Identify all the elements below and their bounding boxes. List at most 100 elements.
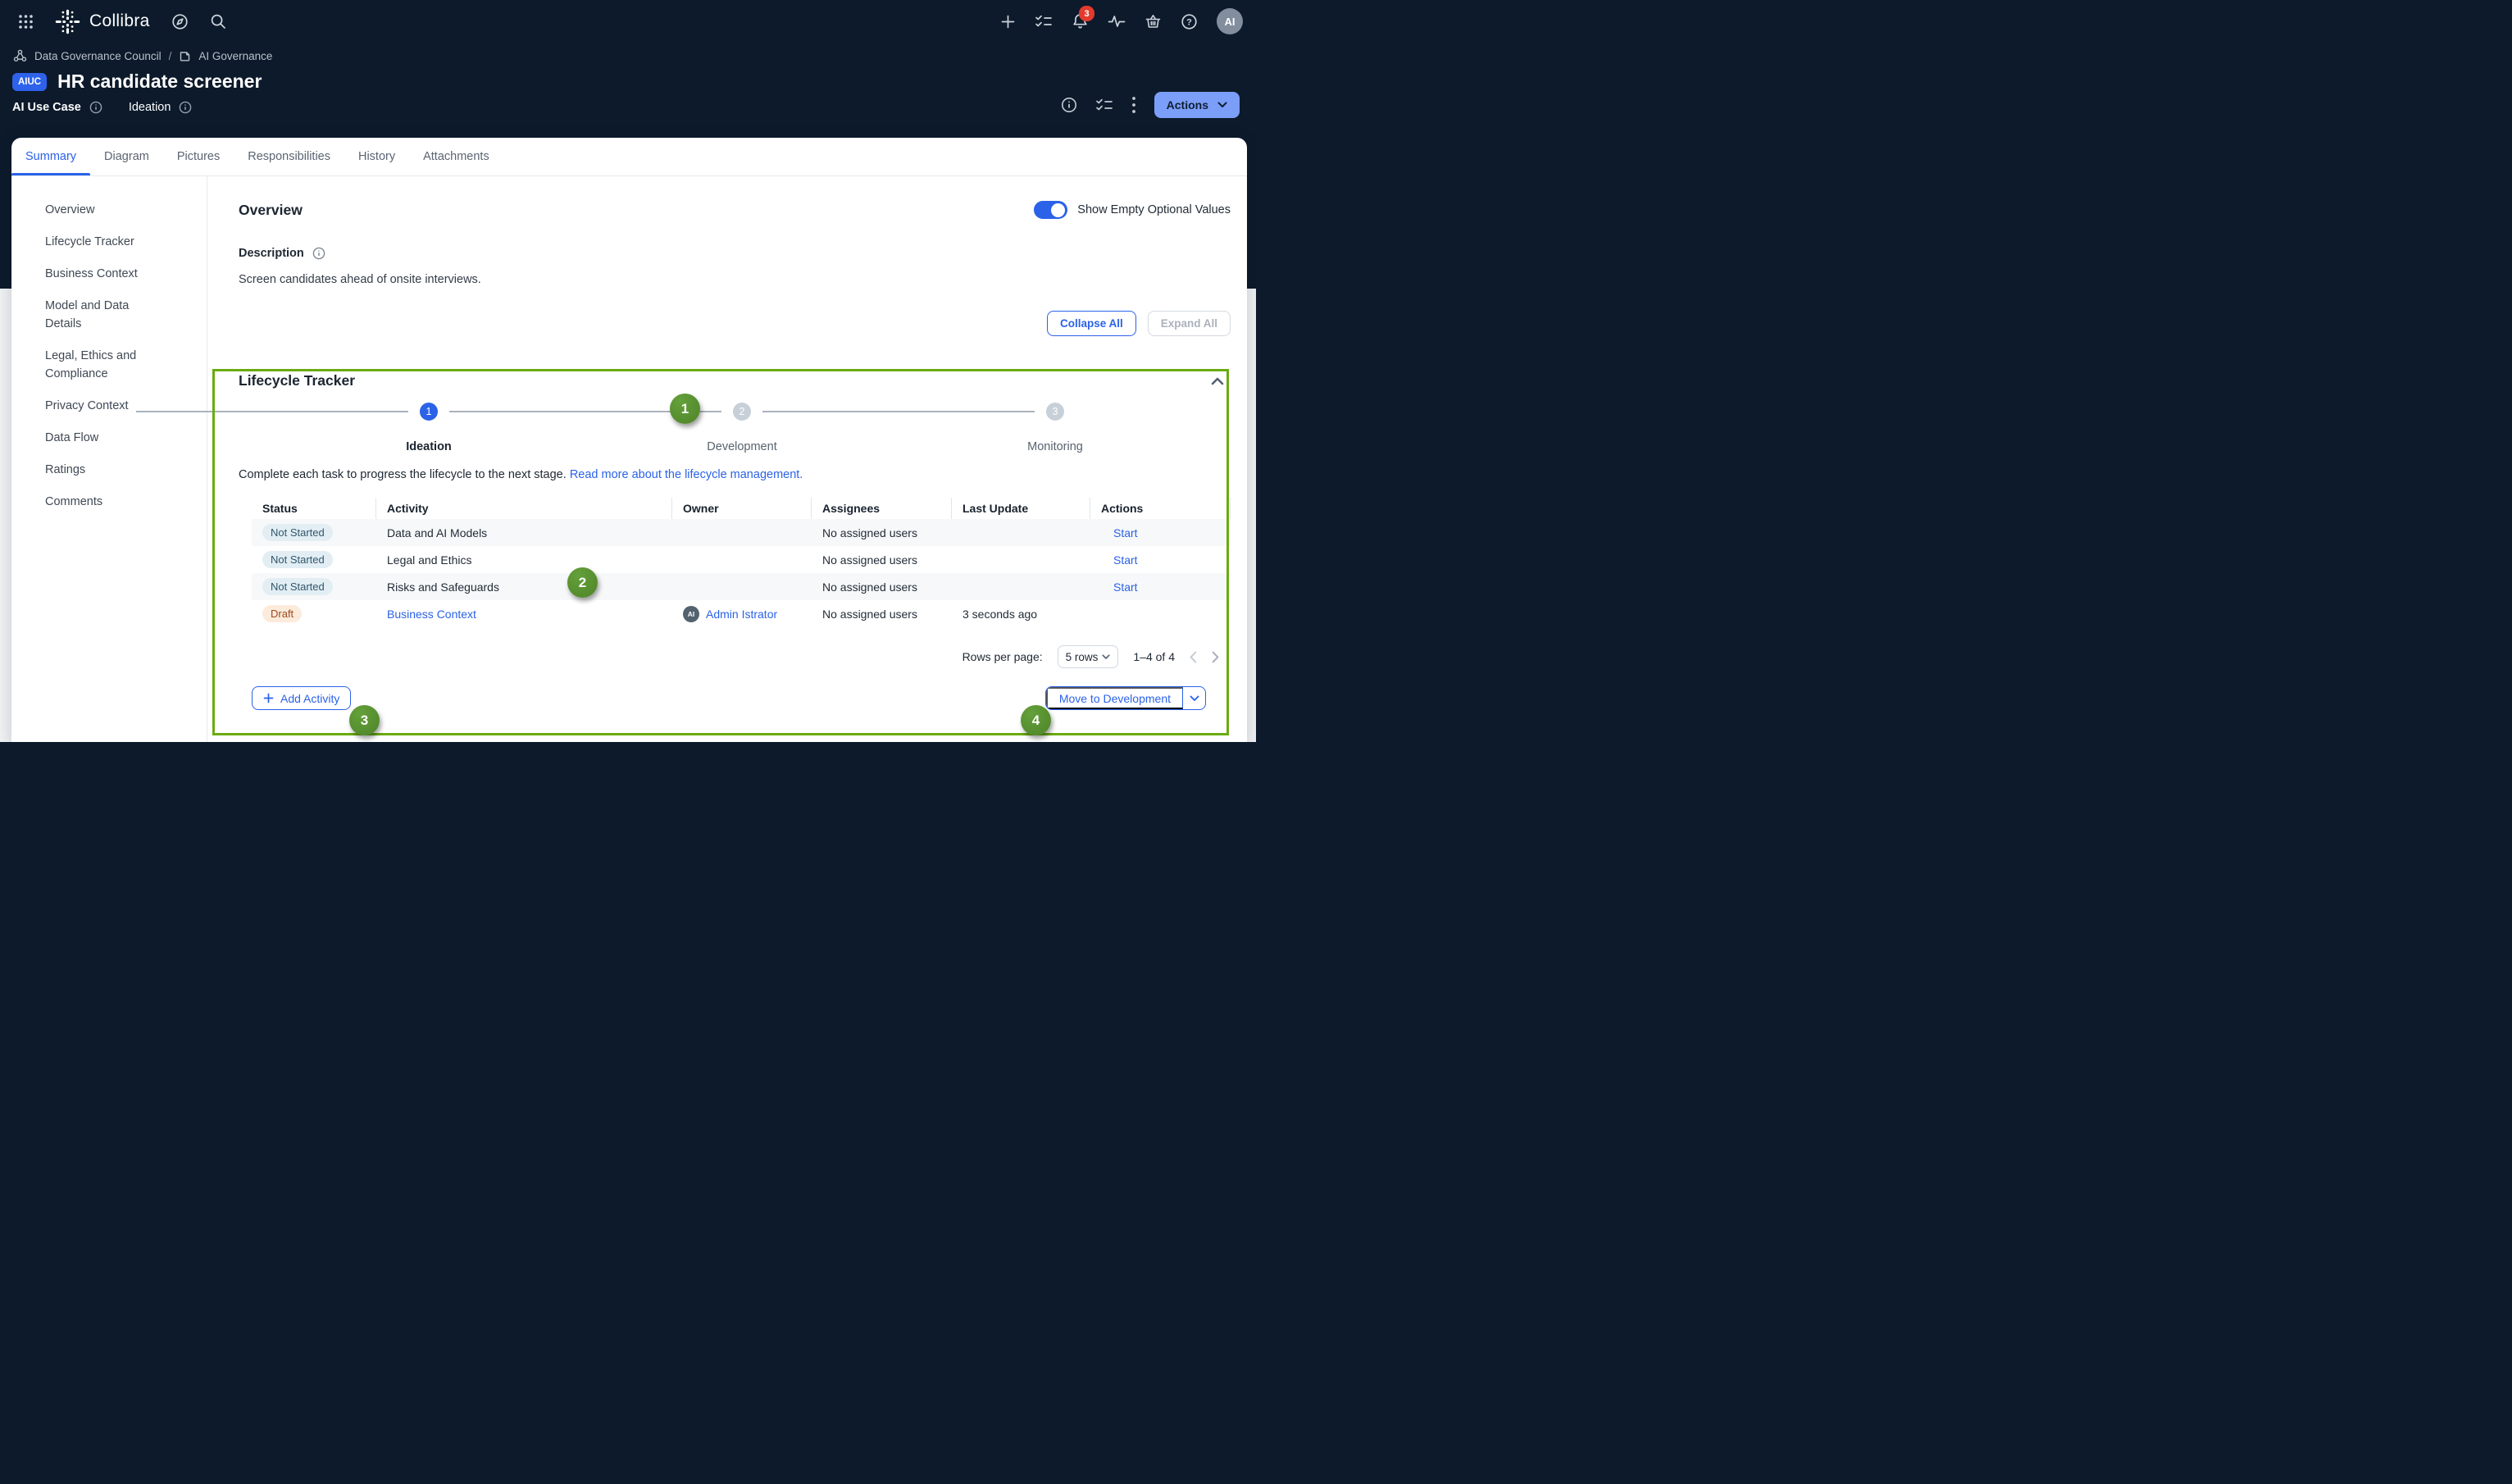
notification-count-badge: 3 [1079, 6, 1094, 21]
add-activity-button[interactable]: Add Activity [252, 686, 351, 710]
chevron-down-icon [1102, 654, 1110, 660]
search-icon[interactable] [210, 13, 226, 30]
pagination-range-text: 1–4 of 4 [1133, 650, 1175, 663]
table-row-legal-and-ethics: Not Started Legal and Ethics No assigned… [252, 546, 1231, 573]
tab-attachments[interactable]: Attachments [409, 138, 503, 175]
activity-label[interactable]: Data and AI Models [387, 526, 487, 539]
owner-link[interactable]: Admin Istrator [706, 608, 777, 621]
activity-label[interactable]: Risks and Safeguards [387, 580, 499, 594]
expand-all-button[interactable]: Expand All [1148, 311, 1231, 336]
column-header-assignees: Assignees [812, 498, 952, 519]
asset-info-icon[interactable] [1061, 97, 1077, 113]
stage-label: Development [707, 440, 776, 453]
column-header-status: Status [252, 498, 376, 519]
sidebar-item-model-and-data-details[interactable]: Model and Data Details [45, 297, 168, 333]
sidebar-item-legal-ethics-and-compliance[interactable]: Legal, Ethics and Compliance [45, 347, 168, 383]
activity-label[interactable]: Business Context [387, 608, 476, 621]
tab-summary[interactable]: Summary [11, 138, 90, 175]
plus-icon [263, 693, 274, 703]
next-page-icon[interactable] [1212, 651, 1219, 663]
kebab-menu-icon[interactable] [1131, 96, 1136, 114]
lifecycle-helper-link[interactable]: Read more about the lifecycle management… [570, 468, 803, 481]
tab-history[interactable]: History [344, 138, 409, 175]
tab-responsibilities[interactable]: Responsibilities [234, 138, 344, 175]
content-card: SummaryDiagramPicturesResponsibilitiesHi… [11, 138, 1247, 742]
assignees-text: No assigned users [822, 553, 917, 567]
overview-title: Overview [239, 202, 303, 219]
stage-label: Ideation [406, 440, 452, 453]
start-action-link[interactable]: Start [1113, 580, 1138, 594]
header-action-cluster: Actions [1061, 92, 1240, 118]
asset-header: AIUC HR candidate screener [0, 62, 1256, 93]
breadcrumb-separator: / [169, 50, 172, 62]
column-header-last-update: Last Update [952, 498, 1090, 519]
move-to-development-split-button: Move to Development [1045, 686, 1206, 710]
sidebar-item-comments[interactable]: Comments [45, 493, 168, 511]
start-action-link[interactable]: Start [1113, 526, 1138, 539]
sidebar-item-business-context[interactable]: Business Context [45, 265, 168, 283]
create-plus-icon[interactable] [1000, 14, 1016, 30]
description-label: Description [239, 247, 304, 260]
rows-per-page-select[interactable]: 5 rows [1058, 645, 1119, 668]
asset-type-badge: AIUC [12, 73, 47, 91]
marketplace-basket-icon[interactable] [1145, 13, 1162, 30]
activities-table: StatusActivityOwnerAssigneesLast UpdateA… [252, 498, 1231, 627]
stage-monitoring[interactable]: 3 Monitoring [899, 403, 1212, 453]
table-row-risks-and-safeguards: Not Started Risks and Safeguards No assi… [252, 573, 1231, 600]
show-empty-values-toggle[interactable] [1034, 201, 1067, 219]
help-icon[interactable]: ? [1181, 13, 1198, 30]
domain-icon [179, 50, 191, 62]
sidebar-item-lifecycle-tracker[interactable]: Lifecycle Tracker [45, 233, 168, 251]
collibra-logo[interactable]: Collibra [55, 9, 150, 34]
tab-diagram[interactable]: Diagram [90, 138, 163, 175]
stage-label: Monitoring [1027, 440, 1083, 453]
description-text: Screen candidates ahead of onsite interv… [239, 273, 1231, 286]
breadcrumb-domain-link[interactable]: AI Governance [198, 50, 272, 62]
collibra-logo-mark-icon [55, 9, 80, 34]
stage-info-icon[interactable] [179, 101, 192, 114]
activity-label[interactable]: Legal and Ethics [387, 553, 472, 567]
asset-type-label: AI Use Case [12, 101, 81, 114]
actions-button[interactable]: Actions [1154, 92, 1240, 118]
pagination: Rows per page: 5 rows 1–4 of 4 [239, 645, 1219, 668]
start-action-link[interactable]: Start [1113, 553, 1138, 567]
assignees-text: No assigned users [822, 526, 917, 539]
activity-pulse-icon[interactable] [1108, 13, 1126, 30]
table-header-row: StatusActivityOwnerAssigneesLast UpdateA… [252, 498, 1231, 519]
move-to-development-button[interactable]: Move to Development [1046, 687, 1183, 709]
asset-stage-label: Ideation [129, 101, 171, 114]
user-avatar[interactable]: AI [1217, 8, 1243, 34]
tab-pictures[interactable]: Pictures [163, 138, 234, 175]
move-options-chevron-icon[interactable] [1183, 687, 1205, 709]
breadcrumb: Data Governance Council / AI Governance [0, 43, 1256, 62]
toggle-label: Show Empty Optional Values [1077, 203, 1231, 216]
sidebar-item-ratings[interactable]: Ratings [45, 461, 168, 479]
top-bar: Collibra 3 [0, 0, 1256, 43]
app-grid-icon[interactable] [18, 14, 34, 30]
lifecycle-tracker-title: Lifecycle Tracker [239, 372, 355, 389]
sidebar-item-data-flow[interactable]: Data Flow [45, 429, 168, 447]
notifications-bell-icon[interactable]: 3 [1072, 12, 1089, 30]
description-info-icon[interactable] [312, 247, 325, 260]
breadcrumb-community-link[interactable]: Data Governance Council [34, 50, 162, 62]
previous-page-icon[interactable] [1190, 651, 1197, 663]
column-header-owner: Owner [672, 498, 812, 519]
svg-text:?: ? [1186, 17, 1192, 27]
tasks-icon[interactable] [1035, 14, 1053, 29]
sidebar-item-overview[interactable]: Overview [45, 201, 168, 219]
rows-per-page-label: Rows per page: [962, 650, 1043, 663]
assignees-text: No assigned users [822, 608, 917, 621]
tab-bar: SummaryDiagramPicturesResponsibilitiesHi… [11, 138, 1247, 176]
lifecycle-stepper: 1 Ideation 2 Development 3 Monitoring [272, 403, 1212, 453]
last-update-text: 3 seconds ago [962, 608, 1037, 621]
chevron-down-icon [1217, 102, 1227, 108]
type-info-icon[interactable] [89, 101, 102, 114]
page-title: HR candidate screener [57, 71, 262, 93]
owner-avatar: AI [683, 606, 699, 622]
brand-wordmark: Collibra [89, 11, 150, 31]
chevron-up-icon[interactable] [1211, 377, 1224, 385]
status-badge: Not Started [262, 524, 333, 541]
collapse-all-button[interactable]: Collapse All [1047, 311, 1136, 336]
asset-tasks-icon[interactable] [1095, 98, 1113, 112]
compass-icon[interactable] [171, 13, 189, 30]
